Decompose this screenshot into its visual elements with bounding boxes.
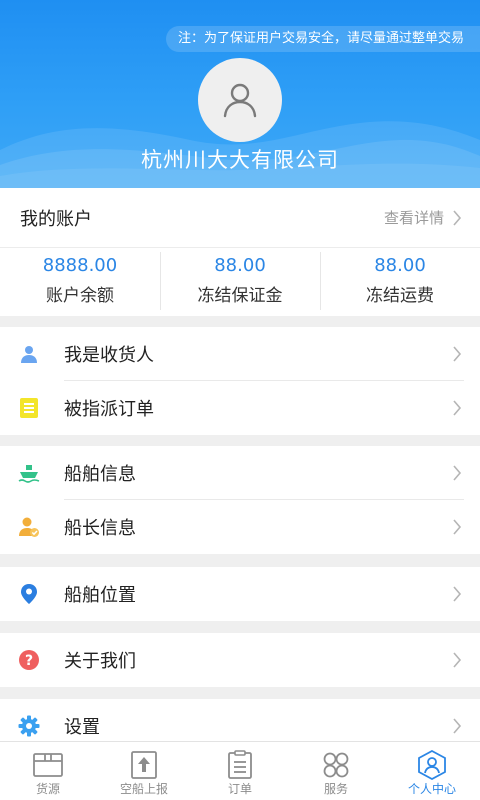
security-notice: 注：为了保证用户交易安全，请尽量通过整单交易	[165, 26, 480, 52]
stat-label: 账户余额	[46, 286, 114, 306]
tab-services[interactable]: 服务	[288, 742, 384, 800]
captain-check-icon	[18, 516, 40, 538]
chevron-right-icon	[453, 465, 462, 481]
person-icon	[18, 343, 40, 365]
tab-cargo[interactable]: 货源	[0, 742, 96, 800]
stat-frozen-deposit[interactable]: 88.00 冻结保证金	[160, 248, 320, 316]
chevron-right-icon	[453, 209, 462, 226]
menu-group-orders: 我是收货人 被指派订单	[0, 327, 480, 435]
tab-label: 服务	[323, 782, 348, 796]
menu-label: 船舶位置	[64, 585, 136, 606]
menu-item-assigned-orders[interactable]: 被指派订单	[0, 381, 480, 435]
account-card: 我的账户 查看详情 8888.00 账户余额 88.00 冻结保证金 88.00…	[0, 188, 480, 316]
menu-item-consignee[interactable]: 我是收货人	[0, 327, 480, 381]
chevron-right-icon	[453, 400, 462, 416]
view-details-link[interactable]: 查看详情	[384, 207, 462, 228]
svg-text:?: ?	[25, 653, 33, 669]
stat-value: 88.00	[214, 255, 266, 276]
stat-frozen-freight[interactable]: 88.00 冻结运费	[320, 248, 480, 316]
profile-icon	[418, 750, 446, 780]
menu-item-ship-info[interactable]: 船舶信息	[0, 446, 480, 500]
tab-profile[interactable]: 个人中心	[384, 742, 480, 800]
document-icon	[18, 397, 40, 419]
menu-label: 船舶信息	[64, 464, 136, 485]
chevron-right-icon	[453, 346, 462, 362]
chevron-right-icon	[453, 718, 462, 734]
tab-empty-ship-report[interactable]: 空船上报	[96, 742, 192, 800]
avatar[interactable]	[198, 58, 282, 142]
gear-icon	[18, 715, 40, 737]
view-details-label: 查看详情	[383, 209, 444, 227]
company-name: 杭州川大大有限公司	[141, 148, 339, 172]
tab-label: 订单	[227, 782, 252, 796]
tab-label: 空船上报	[119, 782, 168, 796]
ship-icon	[18, 462, 40, 484]
stat-label: 冻结运费	[366, 286, 434, 306]
location-pin-icon	[18, 583, 40, 605]
chevron-right-icon	[453, 586, 462, 602]
account-header[interactable]: 我的账户 查看详情	[0, 188, 480, 248]
account-title: 我的账户	[20, 208, 92, 230]
upload-icon	[131, 751, 157, 779]
stat-balance[interactable]: 8888.00 账户余额	[0, 248, 160, 316]
tab-label: 个人中心	[407, 782, 456, 796]
cargo-box-icon	[33, 753, 63, 777]
stat-value: 88.00	[374, 255, 426, 276]
menu-group-location: 船舶位置	[0, 567, 480, 621]
tab-label: 货源	[35, 782, 60, 796]
menu-item-about-us[interactable]: ? 关于我们	[0, 633, 480, 687]
menu-label: 我是收货人	[64, 345, 154, 366]
chevron-right-icon	[453, 652, 462, 668]
menu-group-ship: 船舶信息 船长信息	[0, 446, 480, 554]
menu-label: 关于我们	[64, 651, 136, 672]
user-avatar-icon	[223, 83, 257, 118]
order-list-icon	[228, 750, 252, 779]
menu-item-ship-location[interactable]: 船舶位置	[0, 567, 480, 621]
chevron-right-icon	[453, 519, 462, 535]
bottom-tab-bar: 货源 空船上报 订单 服务 个人中心	[0, 741, 480, 800]
menu-group-about: ? 关于我们	[0, 633, 480, 687]
menu-item-captain-info[interactable]: 船长信息	[0, 500, 480, 554]
menu-label: 船长信息	[64, 518, 136, 539]
profile-header: 注：为了保证用户交易安全，请尽量通过整单交易 杭州川大大有限公司	[0, 0, 480, 188]
tab-orders[interactable]: 订单	[192, 742, 288, 800]
stat-value: 8888.00	[42, 255, 118, 276]
question-icon: ?	[18, 649, 40, 671]
stat-label: 冻结保证金	[197, 286, 283, 306]
menu-label: 设置	[64, 717, 100, 738]
service-grid-icon	[323, 752, 349, 778]
account-stats: 8888.00 账户余额 88.00 冻结保证金 88.00 冻结运费	[0, 248, 480, 316]
menu-label: 被指派订单	[64, 399, 154, 420]
